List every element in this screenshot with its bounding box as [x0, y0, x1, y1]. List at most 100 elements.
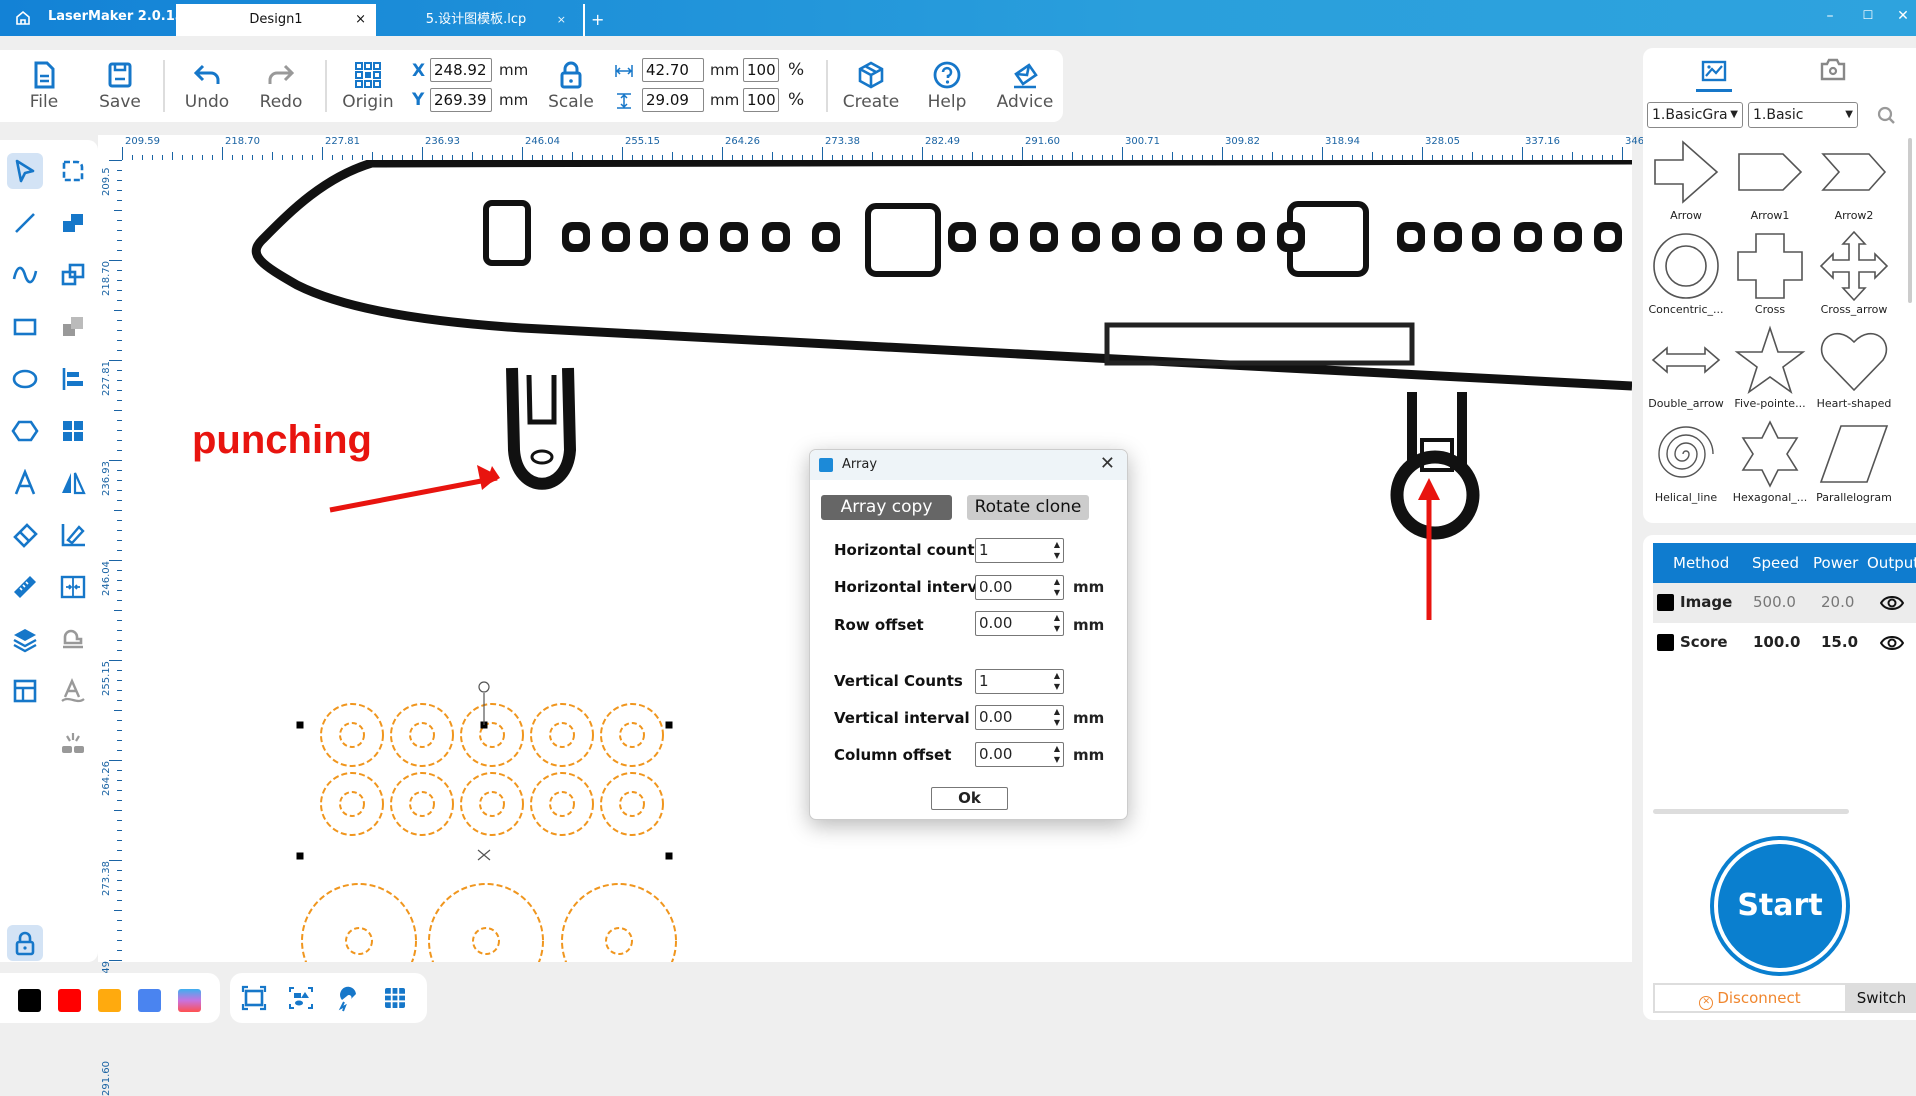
- home-icon[interactable]: [14, 9, 32, 27]
- scale-lock-button[interactable]: Scale: [540, 56, 602, 120]
- shape-heart-shaped[interactable]: Heart-shaped: [1812, 324, 1896, 416]
- punch-circle-outer[interactable]: [301, 883, 417, 962]
- shape-arrow1[interactable]: Arrow1: [1728, 136, 1812, 228]
- color-swatch-gradient[interactable]: [178, 989, 201, 1012]
- shape-cross[interactable]: Cross: [1728, 230, 1812, 322]
- shape-hexagonal[interactable]: Hexagonal_...: [1728, 418, 1812, 510]
- advice-button[interactable]: Advice: [994, 56, 1056, 120]
- punch-circle-array[interactable]: [301, 703, 677, 962]
- punch-circle-inner[interactable]: [472, 927, 500, 955]
- switch-button[interactable]: Switch: [1849, 985, 1914, 1011]
- shape-parallelogram[interactable]: Parallelogram: [1812, 418, 1896, 510]
- resize-handle[interactable]: [665, 721, 673, 729]
- shape-double-arrow[interactable]: Double_arrow: [1644, 324, 1728, 416]
- category-select[interactable]: 1.BasicGra| ▼: [1647, 102, 1743, 128]
- layer-color-swatch[interactable]: [1657, 594, 1674, 611]
- punch-circle-inner[interactable]: [409, 791, 435, 817]
- punch-circle-inner[interactable]: [619, 791, 645, 817]
- spinner-arrows-icon[interactable]: ▲ ▼: [1054, 706, 1060, 728]
- maximize-button[interactable]: ☐: [1858, 8, 1878, 22]
- spinner-arrows-icon[interactable]: ▲ ▼: [1054, 743, 1060, 765]
- vertical-counts-input[interactable]: 1 ▲ ▼: [975, 669, 1064, 694]
- intersect-tool[interactable]: [55, 257, 91, 293]
- help-button[interactable]: Help: [916, 56, 978, 120]
- undo-button[interactable]: Undo: [176, 56, 238, 120]
- horizontal-interval-input[interactable]: 0.00 ▲ ▼: [975, 575, 1064, 600]
- origin-button[interactable]: Origin: [337, 56, 399, 120]
- close-tab-icon[interactable]: ×: [355, 4, 366, 36]
- tab-image-library[interactable]: [1696, 58, 1732, 94]
- shape-five-pointe[interactable]: Five-pointe...: [1728, 324, 1812, 416]
- polygon-tool[interactable]: [7, 413, 43, 449]
- rectangle-tool[interactable]: [7, 309, 43, 345]
- tab-template-file[interactable]: 5.设计图模板.lcp ×: [376, 4, 576, 36]
- align-tool[interactable]: [55, 361, 91, 397]
- shape-cross-arrow[interactable]: Cross_arrow: [1812, 230, 1896, 322]
- union-tool[interactable]: [55, 205, 91, 241]
- selection-handles[interactable]: [296, 721, 673, 963]
- color-swatch-black[interactable]: [18, 989, 41, 1012]
- ok-button[interactable]: Ok: [931, 787, 1008, 810]
- mirror-tool[interactable]: [55, 465, 91, 501]
- color-swatch-blue[interactable]: [138, 989, 161, 1012]
- eraser-tool[interactable]: [7, 517, 43, 553]
- subtract-tool[interactable]: [55, 309, 91, 345]
- punch-circle-inner[interactable]: [605, 927, 633, 955]
- spinner-arrows-icon[interactable]: ▲ ▼: [1054, 539, 1060, 561]
- layer-row-score[interactable]: Score 100.0 15.0: [1653, 623, 1916, 663]
- punch-circle-outer[interactable]: [600, 703, 664, 767]
- row-offset-input[interactable]: 0.00 ▲ ▼: [975, 611, 1064, 636]
- search-icon[interactable]: [1877, 106, 1897, 126]
- spinner-arrows-icon[interactable]: ▲ ▼: [1054, 612, 1060, 634]
- punch-circle-outer[interactable]: [390, 703, 454, 767]
- close-tab-icon[interactable]: ×: [557, 4, 566, 36]
- spinner-arrows-icon[interactable]: ▲ ▼: [1054, 576, 1060, 598]
- resize-handle[interactable]: [296, 721, 304, 729]
- y-position-input[interactable]: 269.39: [430, 88, 492, 112]
- punch-circle-inner[interactable]: [549, 722, 575, 748]
- new-tab-button[interactable]: +: [583, 4, 604, 36]
- file-button[interactable]: File: [13, 56, 75, 120]
- create-button[interactable]: Create: [840, 56, 902, 120]
- minimize-button[interactable]: –: [1820, 8, 1840, 24]
- fit-page-icon[interactable]: [240, 984, 268, 1012]
- color-swatch-orange[interactable]: [98, 989, 121, 1012]
- punch-circle-outer[interactable]: [428, 883, 544, 962]
- break-apart-tool[interactable]: [55, 725, 91, 761]
- column-offset-input[interactable]: 0.00 ▲ ▼: [975, 742, 1064, 767]
- line-tool[interactable]: [7, 205, 43, 241]
- punch-circle-outer[interactable]: [530, 703, 594, 767]
- punch-circle-inner[interactable]: [549, 791, 575, 817]
- punch-circle-outer[interactable]: [561, 883, 677, 962]
- height-input[interactable]: 29.09: [642, 88, 704, 112]
- punch-circle-outer[interactable]: [320, 772, 384, 836]
- punch-circle-inner[interactable]: [619, 722, 645, 748]
- start-button[interactable]: Start: [1714, 840, 1846, 972]
- spinner-arrows-icon[interactable]: ▲ ▼: [1054, 670, 1060, 692]
- shape-arrow2[interactable]: Arrow2: [1812, 136, 1896, 228]
- shape-arrow[interactable]: Arrow: [1644, 136, 1728, 228]
- punch-circle-outer[interactable]: [320, 703, 384, 767]
- redo-button[interactable]: Redo: [250, 56, 312, 120]
- ellipse-tool[interactable]: [7, 361, 43, 397]
- grid-icon[interactable]: [381, 984, 409, 1012]
- layer-row-image[interactable]: Image 500.0 20.0: [1653, 583, 1916, 623]
- tab-rotate-clone[interactable]: Rotate clone: [967, 495, 1089, 520]
- eye-icon[interactable]: [1880, 595, 1904, 611]
- resize-handle[interactable]: [665, 852, 673, 860]
- layer-color-swatch[interactable]: [1657, 634, 1674, 651]
- draw-edit-tool[interactable]: [55, 517, 91, 553]
- select-tool[interactable]: [7, 153, 43, 189]
- node-edit-tool[interactable]: [55, 153, 91, 189]
- vertical-interval-input[interactable]: 0.00 ▲ ▼: [975, 705, 1064, 730]
- tab-array-copy[interactable]: Array copy: [821, 495, 952, 520]
- fit-in-tool[interactable]: [55, 569, 91, 605]
- punch-circle-outer[interactable]: [460, 703, 524, 767]
- magnet-snap-icon[interactable]: [335, 984, 363, 1012]
- punch-circle-inner[interactable]: [345, 927, 373, 955]
- layout-tool[interactable]: [7, 673, 43, 709]
- eye-icon[interactable]: [1880, 635, 1904, 651]
- save-button[interactable]: Save: [89, 56, 151, 120]
- lock-toggle-button[interactable]: [7, 925, 43, 961]
- horizontal-count-input[interactable]: 1 ▲ ▼: [975, 538, 1064, 563]
